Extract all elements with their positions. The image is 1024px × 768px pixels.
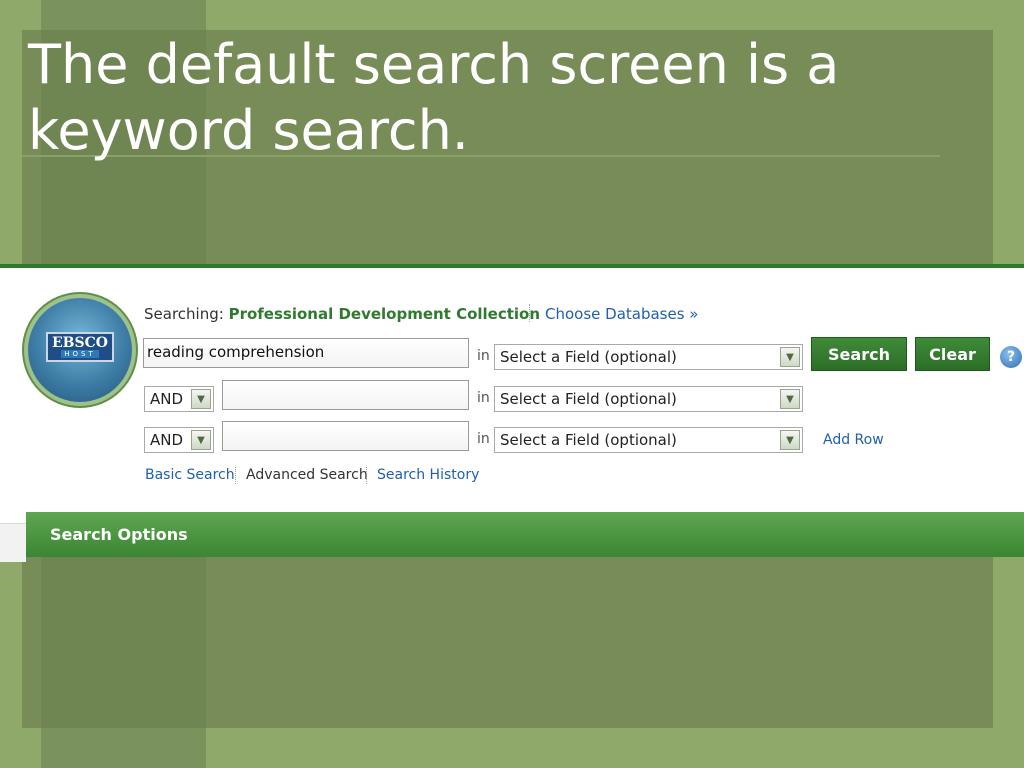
chevron-down-icon[interactable]: ▼ [780,389,800,409]
logo-plate: EBSCO HOST [46,332,114,362]
boolean-operator-select-2[interactable]: AND ▼ [144,386,214,412]
logo-text-bottom: HOST [61,350,99,358]
field-select-1-value: Select a Field (optional) [500,348,677,366]
boolean-operator-3-value: AND [150,431,184,449]
field-select-3[interactable]: Select a Field (optional) ▼ [494,427,803,453]
clear-button[interactable]: Clear [915,337,990,371]
ebsco-search-screenshot: EBSCO HOST Searching: Professional Devel… [0,264,1024,562]
in-label-3: in [477,431,490,447]
ebsco-host-logo[interactable]: EBSCO HOST [28,298,132,402]
left-panel-stub [0,523,26,562]
help-icon[interactable]: ? [1000,346,1022,368]
logo-text-top: EBSCO [52,335,108,351]
search-button[interactable]: Search [811,337,907,371]
search-input-2[interactable] [222,380,469,410]
field-select-2[interactable]: Select a Field (optional) ▼ [494,386,803,412]
search-options-bar[interactable]: Search Options [26,512,1024,557]
database-name: Professional Development Collection [228,305,541,323]
field-select-2-value: Select a Field (optional) [500,390,677,408]
header-separator [529,304,530,322]
searching-label: Searching: [144,305,224,323]
tab-separator [366,467,367,484]
boolean-operator-select-3[interactable]: AND ▼ [144,427,214,453]
field-select-1[interactable]: Select a Field (optional) ▼ [494,344,803,370]
in-label-1: in [477,348,490,364]
chevron-down-icon[interactable]: ▼ [780,347,800,367]
chevron-down-icon[interactable]: ▼ [780,430,800,450]
search-input-1[interactable]: reading comprehension [143,338,469,368]
search-options-label: Search Options [50,525,188,544]
add-row-link[interactable]: Add Row [823,432,884,448]
field-select-3-value: Select a Field (optional) [500,431,677,449]
choose-databases-link[interactable]: Choose Databases » [545,305,698,323]
boolean-operator-2-value: AND [150,390,184,408]
advanced-search-tab[interactable]: Advanced Search [246,467,368,483]
chevron-down-icon[interactable]: ▼ [191,389,211,409]
chevron-down-icon[interactable]: ▼ [191,430,211,450]
in-label-2: in [477,390,490,406]
tab-separator [235,467,236,484]
searching-line: Searching: Professional Development Coll… [144,305,540,323]
search-history-link[interactable]: Search History [377,467,479,483]
slide-title: The default search screen is a keyword s… [28,33,840,162]
basic-search-link[interactable]: Basic Search [145,467,235,483]
search-input-3[interactable] [222,421,469,451]
